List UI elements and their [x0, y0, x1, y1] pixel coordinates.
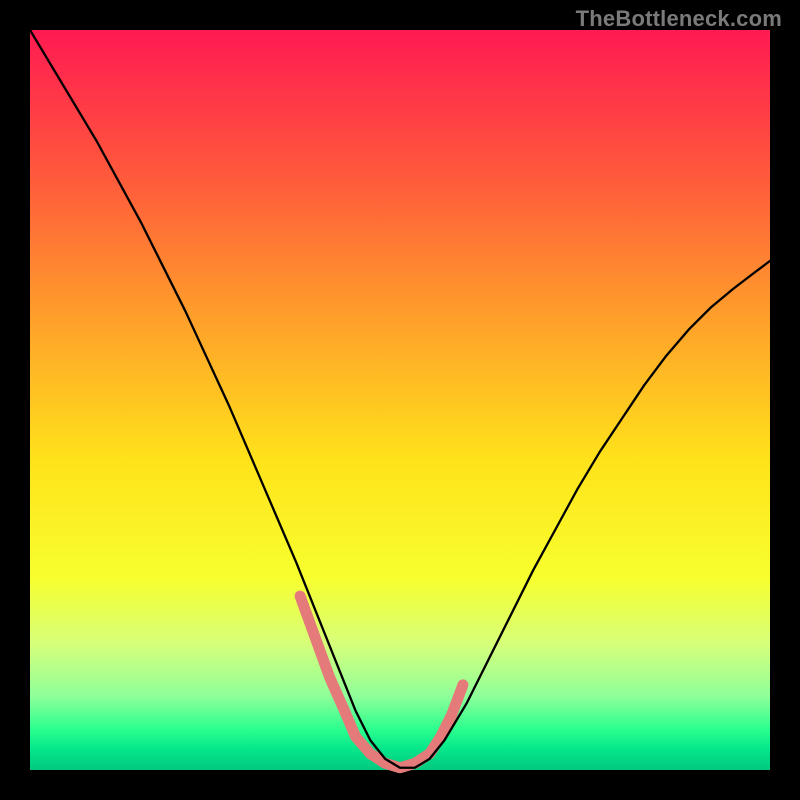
bottleneck-chart: [0, 0, 800, 800]
watermark-text: TheBottleneck.com: [576, 6, 782, 32]
chart-frame: TheBottleneck.com: [0, 0, 800, 800]
plot-background: [30, 30, 770, 770]
